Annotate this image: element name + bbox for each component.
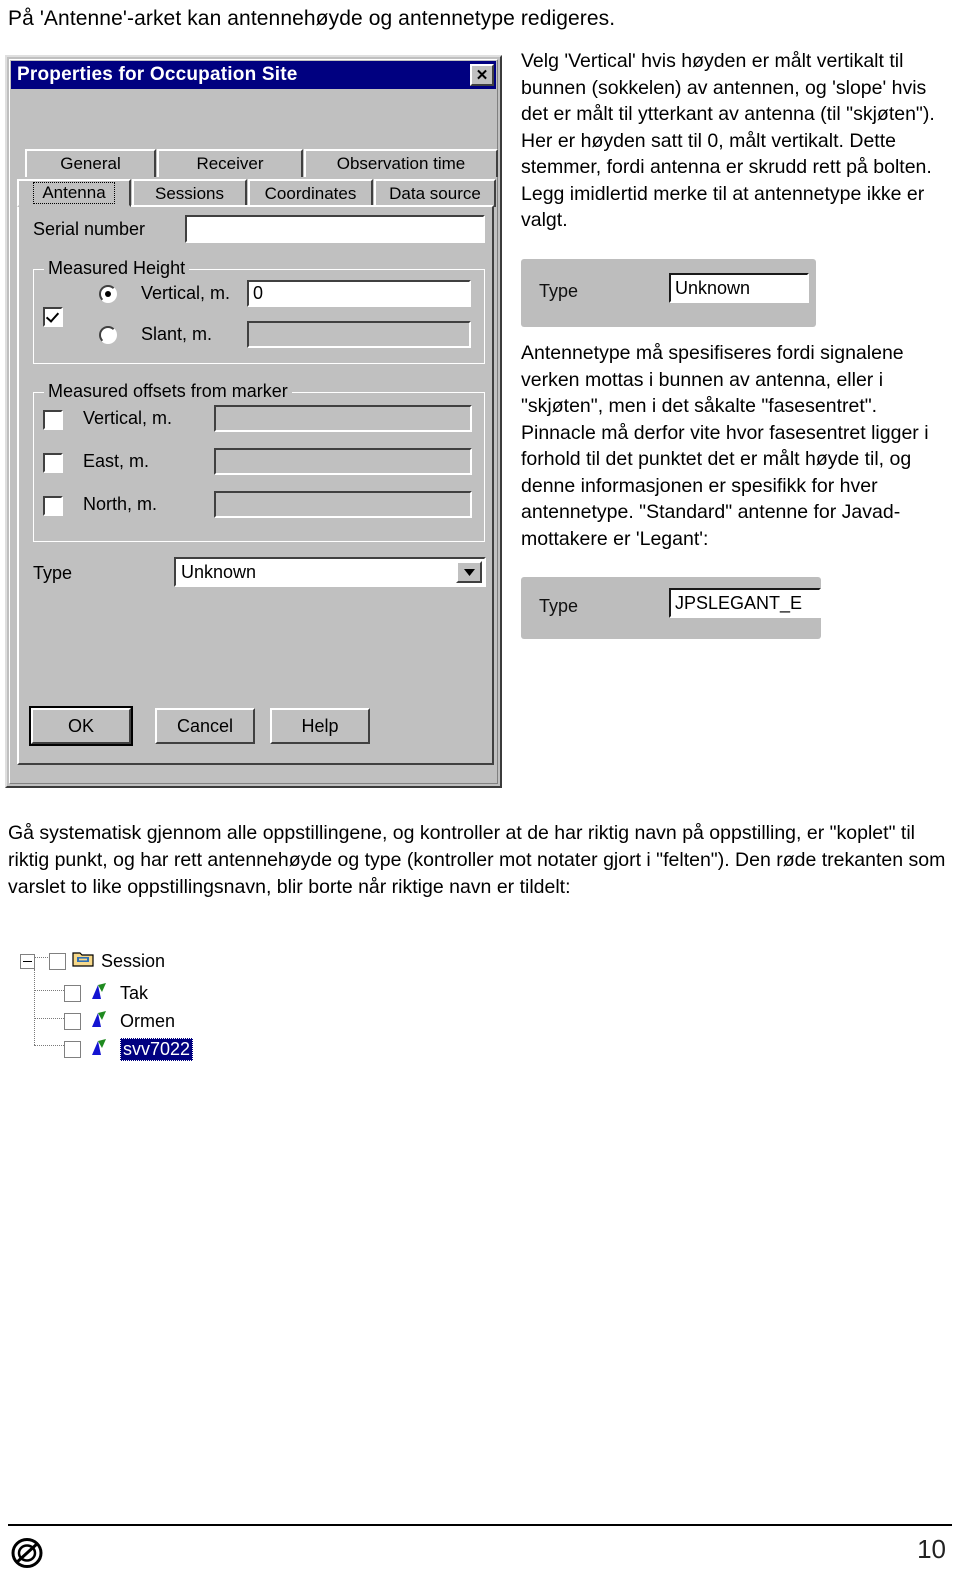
vertical-radio[interactable]: [99, 285, 117, 303]
close-icon[interactable]: ✕: [470, 64, 494, 86]
tab-antenna-label: Antenna: [33, 182, 115, 204]
antenna-type-label: Type: [33, 563, 73, 583]
tab-coordinates[interactable]: Coordinates: [248, 179, 373, 207]
antenna-icon: [89, 1009, 113, 1034]
tab-sessions[interactable]: Sessions: [132, 179, 247, 207]
tree-checkbox-ormen[interactable]: [64, 1012, 81, 1030]
measured-offsets-label: Measured offsets from marker: [44, 381, 292, 402]
offset-vertical-label: Vertical, m.: [83, 408, 173, 428]
tab-antenna[interactable]: Antenna: [17, 179, 131, 207]
fragment-type-label-2: Type: [539, 596, 579, 616]
antenna-type-select[interactable]: Unknown: [174, 557, 486, 587]
tab-general-label: General: [60, 154, 121, 173]
tree-connector-2: [34, 1018, 64, 1019]
offset-east-input[interactable]: [214, 448, 472, 475]
tree-checkbox-tak[interactable]: [64, 984, 81, 1002]
slant-height-input[interactable]: [247, 321, 471, 348]
tree-label-tak: Tak: [120, 982, 149, 1003]
tree-connector-3: [34, 1045, 64, 1046]
antenna-icon: [89, 1037, 113, 1062]
type-legant-fragment: Type JPSLEGANT_E: [521, 577, 821, 639]
chevron-down-icon[interactable]: [456, 561, 482, 583]
help-button[interactable]: Help: [270, 708, 370, 744]
tree-item-svv7022[interactable]: svv7022: [64, 1037, 194, 1062]
vertical-height-input[interactable]: 0: [247, 280, 471, 307]
tab-general[interactable]: General: [25, 149, 156, 177]
serial-number-row: Serial number: [33, 219, 145, 240]
offset-vertical-checkbox[interactable]: [43, 410, 63, 430]
offset-north-input[interactable]: [214, 491, 472, 518]
tab-receiver-label: Receiver: [196, 154, 264, 173]
offset-vertical-input[interactable]: [214, 405, 472, 432]
dialog-titlebar: Properties for Occupation Site ✕: [11, 61, 496, 89]
collapse-icon[interactable]: [20, 953, 35, 969]
tab-data-source-label: Data source: [389, 184, 481, 203]
tree-connector-1: [34, 990, 64, 991]
cancel-button[interactable]: Cancel: [155, 708, 255, 744]
right-paragraph-2: Antennetype må spesifiseres fordi signal…: [521, 342, 929, 550]
offset-north-checkbox[interactable]: [43, 496, 63, 516]
tree-label-ormen: Ormen: [120, 1010, 176, 1031]
measured-height-enable-checkbox[interactable]: [43, 307, 63, 327]
type-unknown-fragment: Type Unknown: [521, 259, 816, 327]
dialog-title: Properties for Occupation Site: [17, 64, 298, 85]
fragment-type-value: Unknown: [669, 273, 809, 303]
antenna-type-value: Unknown: [181, 561, 257, 582]
properties-dialog: Properties for Occupation Site ✕ General…: [5, 55, 502, 788]
tree-root-row[interactable]: Session: [20, 949, 165, 973]
folder-icon: [72, 950, 94, 973]
tree-trunk-line: [34, 969, 35, 1045]
organization-logo: [10, 1537, 44, 1574]
tree-checkbox-svv7022[interactable]: [64, 1040, 81, 1058]
antenna-tab-panel: Serial number Measured Height Vertical, …: [17, 205, 494, 765]
footer-divider: [8, 1524, 952, 1526]
offset-east-label: East, m.: [83, 451, 150, 471]
document-page: På 'Antenne'-arket kan antennehøyde og a…: [0, 0, 960, 1575]
tab-coordinates-label: Coordinates: [264, 184, 357, 203]
instruction-paragraph: Gå systematisk gjennom alle oppstillinge…: [8, 822, 946, 898]
page-number: 10: [917, 1534, 946, 1564]
tab-row-lower: Antenna Sessions Coordinates Data source: [17, 179, 497, 207]
fragment-type-value-2: JPSLEGANT_E: [669, 588, 821, 618]
tree-label-svv7022: svv7022: [120, 1037, 194, 1061]
measured-height-label: Measured Height: [44, 258, 190, 279]
vertical-height-label: Vertical, m.: [141, 283, 231, 303]
fragment-type-label: Type: [539, 281, 579, 301]
right-paragraph-1: Velg 'Vertical' hvis høyden er målt vert…: [521, 50, 935, 231]
ok-button[interactable]: OK: [29, 706, 133, 746]
slant-height-label: Slant, m.: [141, 324, 213, 344]
tab-sessions-label: Sessions: [155, 184, 224, 203]
tree-root-label: Session: [101, 950, 166, 971]
tab-observation-time-label: Observation time: [336, 154, 466, 173]
serial-number-input[interactable]: [185, 215, 485, 243]
tab-receiver[interactable]: Receiver: [157, 149, 303, 177]
right-column-2: Antennetype må spesifiseres fordi signal…: [521, 340, 951, 552]
intro-paragraph: På 'Antenne'-arket kan antennehøyde og a…: [8, 7, 616, 30]
tab-data-source[interactable]: Data source: [374, 179, 496, 207]
tree-root-checkbox[interactable]: [49, 952, 66, 970]
tab-row-upper: General Receiver Observation time: [25, 149, 499, 177]
tree-item-tak[interactable]: Tak: [64, 981, 148, 1005]
right-column: Velg 'Vertical' hvis høyden er målt vert…: [521, 48, 951, 234]
serial-number-label: Serial number: [33, 219, 146, 239]
slant-radio[interactable]: [99, 326, 117, 344]
offset-north-label: North, m.: [83, 494, 158, 514]
tree-item-ormen[interactable]: Ormen: [64, 1009, 175, 1033]
offset-east-checkbox[interactable]: [43, 453, 63, 473]
tab-observation-time[interactable]: Observation time: [304, 149, 498, 177]
antenna-icon: [89, 981, 113, 1006]
